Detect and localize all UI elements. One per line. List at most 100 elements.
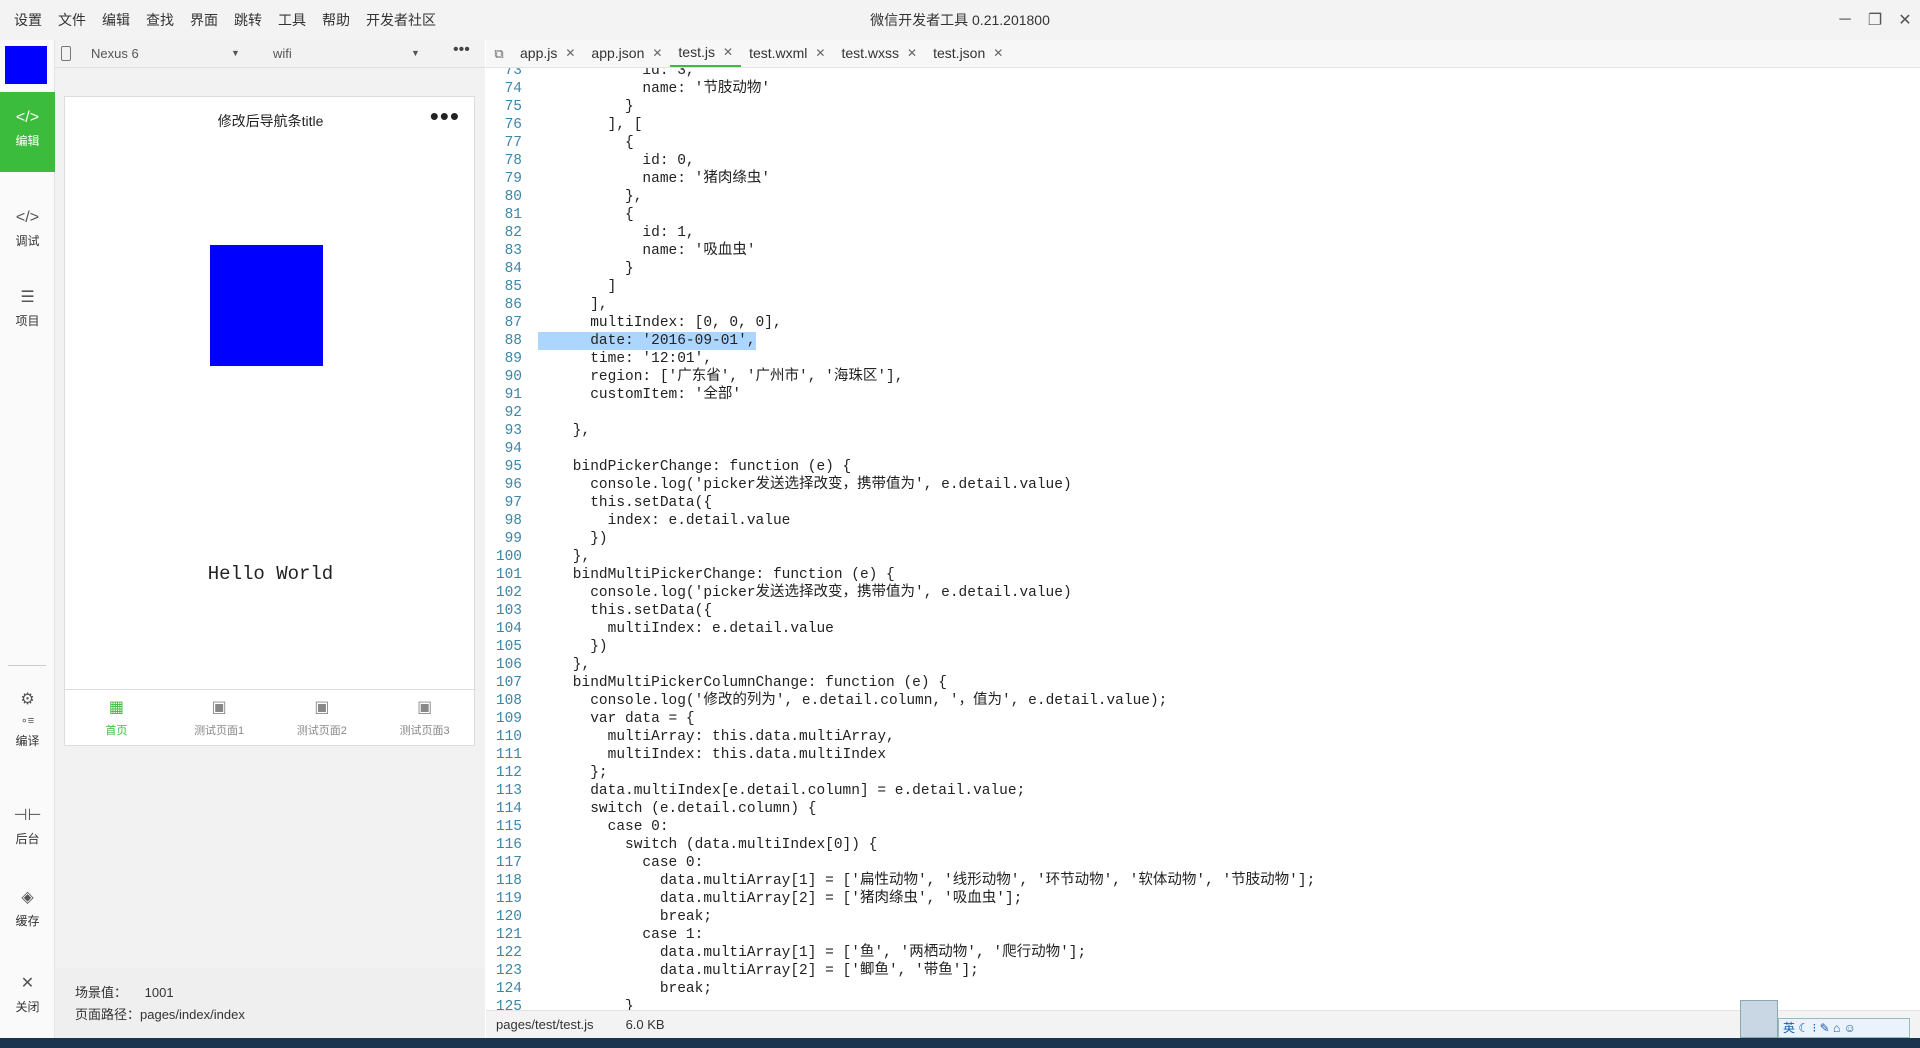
code-text: { (538, 207, 634, 223)
scene-row: 场景值： 1001 (75, 982, 485, 1004)
line-number: 93 (504, 423, 522, 439)
code-line: 106 }, (486, 656, 1786, 674)
code-line: 116 switch (data.multiIndex[0]) { (486, 836, 1786, 854)
code-text: }) (538, 639, 608, 655)
code-line: 91 customItem: '全部' (486, 386, 1786, 404)
chevron-down-icon[interactable]: ▼ (411, 48, 420, 58)
menu-tools[interactable]: 工具 (270, 10, 314, 30)
line-number: 105 (495, 639, 522, 655)
layers-icon: ◈ (21, 889, 34, 906)
menu-find[interactable]: 查找 (138, 10, 182, 30)
file-tab-label: test.json (933, 45, 986, 61)
sidebar-item-compile[interactable]: ⚙ ∘≡ 编译 (0, 690, 55, 749)
more-icon[interactable]: ••• (430, 101, 460, 132)
menu-file[interactable]: 文件 (50, 10, 94, 30)
menu-help[interactable]: 帮助 (314, 10, 358, 30)
tab-home[interactable]: ▦ 首页 (65, 690, 168, 745)
menu-community[interactable]: 开发者社区 (358, 10, 444, 30)
compile-icon: ⚙ (20, 691, 35, 708)
line-number: 111 (495, 747, 522, 763)
ime-bar[interactable]: 英 ☾ ⁝ ✎ ⌂ ☺ (1778, 1018, 1910, 1038)
code-text: data.multiArray[1] = ['鱼', '两栖动物', '爬行动物… (538, 945, 1087, 961)
close-tab-icon[interactable]: ✕ (907, 40, 917, 67)
code-line: 82 id: 1, (486, 224, 1786, 242)
code-line: 114 switch (e.detail.column) { (486, 800, 1786, 818)
code-text: case 0: (538, 855, 704, 871)
sidebar-item-edit[interactable]: </> 编辑 (0, 92, 55, 172)
code-text: }, (538, 189, 643, 205)
close-tab-icon[interactable]: ✕ (723, 39, 733, 66)
menu-edit[interactable]: 编辑 (94, 10, 138, 30)
sidebar-item-project[interactable]: ☰ 项目 (0, 288, 55, 329)
maximize-icon[interactable]: ❐ (1860, 0, 1890, 40)
file-tab[interactable]: test.wxml ✕ (741, 40, 833, 67)
line-number: 87 (504, 315, 522, 331)
file-size: 6.0 KB (625, 1017, 665, 1032)
sidebar-item-close[interactable]: ✕ 关闭 (0, 974, 55, 1015)
code-line: 101 bindMultiPickerChange: function (e) … (486, 566, 1786, 584)
code-line: 85 ] (486, 278, 1786, 296)
code-line: 89 time: '12:01', (486, 350, 1786, 368)
sidebar-item-debug[interactable]: </> 调试 (0, 208, 55, 249)
code-text: }; (538, 765, 608, 781)
code-text: name: '猪肉绦虫' (538, 171, 771, 187)
file-tab[interactable]: test.js ✕ (670, 39, 742, 67)
title-bar: 设置 文件 编辑 查找 界面 跳转 工具 帮助 开发者社区 微信开发者工具 0.… (0, 0, 1920, 40)
file-tab[interactable]: test.wxss ✕ (833, 40, 925, 67)
file-tab[interactable]: test.json ✕ (925, 40, 1011, 67)
ime-mode[interactable]: 英 (1783, 1021, 1795, 1035)
line-number: 113 (495, 783, 522, 799)
close-tab-icon[interactable]: ✕ (993, 40, 1003, 67)
page-icon: ▣ (314, 699, 330, 716)
close-window-icon[interactable]: ✕ (1890, 0, 1920, 40)
device-select[interactable]: Nexus 6 (91, 46, 139, 61)
menu-goto[interactable]: 跳转 (226, 10, 270, 30)
code-line: 110 multiArray: this.data.multiArray, (486, 728, 1786, 746)
code-line: 76 ], [ (486, 116, 1786, 134)
code-text: console.log('picker发送选择改变，携带值为', e.detai… (538, 585, 1072, 601)
code-line: 124 break; (486, 980, 1786, 998)
tab-test-page-1[interactable]: ▣ 测试页面1 (168, 690, 271, 745)
line-number: 101 (495, 567, 522, 583)
avatar[interactable] (5, 46, 47, 84)
network-select[interactable]: wifi (273, 46, 292, 61)
code-text: multiIndex: this.data.multiIndex (538, 747, 887, 763)
simulator-info: 场景值： 1001 页面路径：pages/index/index (55, 968, 485, 1048)
file-tab[interactable]: app.json ✕ (583, 40, 670, 67)
code-text: data.multiArray[2] = ['鲫鱼', '带鱼']; (538, 963, 979, 979)
sidebar-item-cache[interactable]: ◈ 缓存 (0, 888, 55, 929)
tab-test-page-3[interactable]: ▣ 测试页面3 (373, 690, 476, 745)
code-line: 74 name: '节肢动物' (486, 80, 1786, 98)
ime-avatar[interactable] (1740, 1000, 1778, 1038)
code-line: 105 }) (486, 638, 1786, 656)
close-tab-icon[interactable]: ✕ (815, 40, 825, 67)
minimize-icon[interactable]: ─ (1830, 0, 1860, 40)
list-icon: ☰ (20, 289, 35, 306)
menu-settings[interactable]: 设置 (6, 10, 50, 30)
code-text: { (538, 135, 634, 151)
simulator: 修改后导航条title ••• Hello World ▦ 首页 ▣ 测试页面1… (55, 68, 485, 1048)
close-tab-icon[interactable]: ✕ (565, 40, 575, 67)
code-editor[interactable]: 73 id: 3, 74 name: '节肢动物' 75 } 76 ], [77 {7… (486, 68, 1920, 1010)
files-icon[interactable]: ⧉ (486, 40, 512, 67)
menu-bar: 设置 文件 编辑 查找 界面 跳转 工具 帮助 开发者社区 (6, 0, 444, 40)
code-text: bindPickerChange: function (e) { (538, 459, 852, 475)
code-area[interactable]: 73 id: 3, 74 name: '节肢动物' 75 } 76 ], [77 {7… (486, 68, 1786, 1010)
path-label: 页面路径： (75, 1007, 141, 1022)
scene-value: 1001 (144, 985, 174, 1000)
close-tab-icon[interactable]: ✕ (652, 40, 662, 67)
line-number: 85 (504, 279, 522, 295)
code-text: var data = { (538, 711, 695, 727)
line-number: 102 (495, 585, 522, 601)
code-line: 83 name: '吸血虫' (486, 242, 1786, 260)
sidebar-item-backend[interactable]: ⊣⊢ 后台 (0, 806, 55, 847)
line-number: 100 (495, 549, 522, 565)
code-text: index: e.detail.value (538, 513, 791, 529)
line-number: 89 (504, 351, 522, 367)
chevron-down-icon[interactable]: ▼ (231, 48, 240, 58)
file-tab[interactable]: app.js ✕ (512, 40, 583, 67)
more-icon[interactable]: ••• (453, 41, 470, 59)
tab-test-page-2[interactable]: ▣ 测试页面2 (271, 690, 374, 745)
menu-view[interactable]: 界面 (182, 10, 226, 30)
code-text: break; (538, 981, 713, 997)
